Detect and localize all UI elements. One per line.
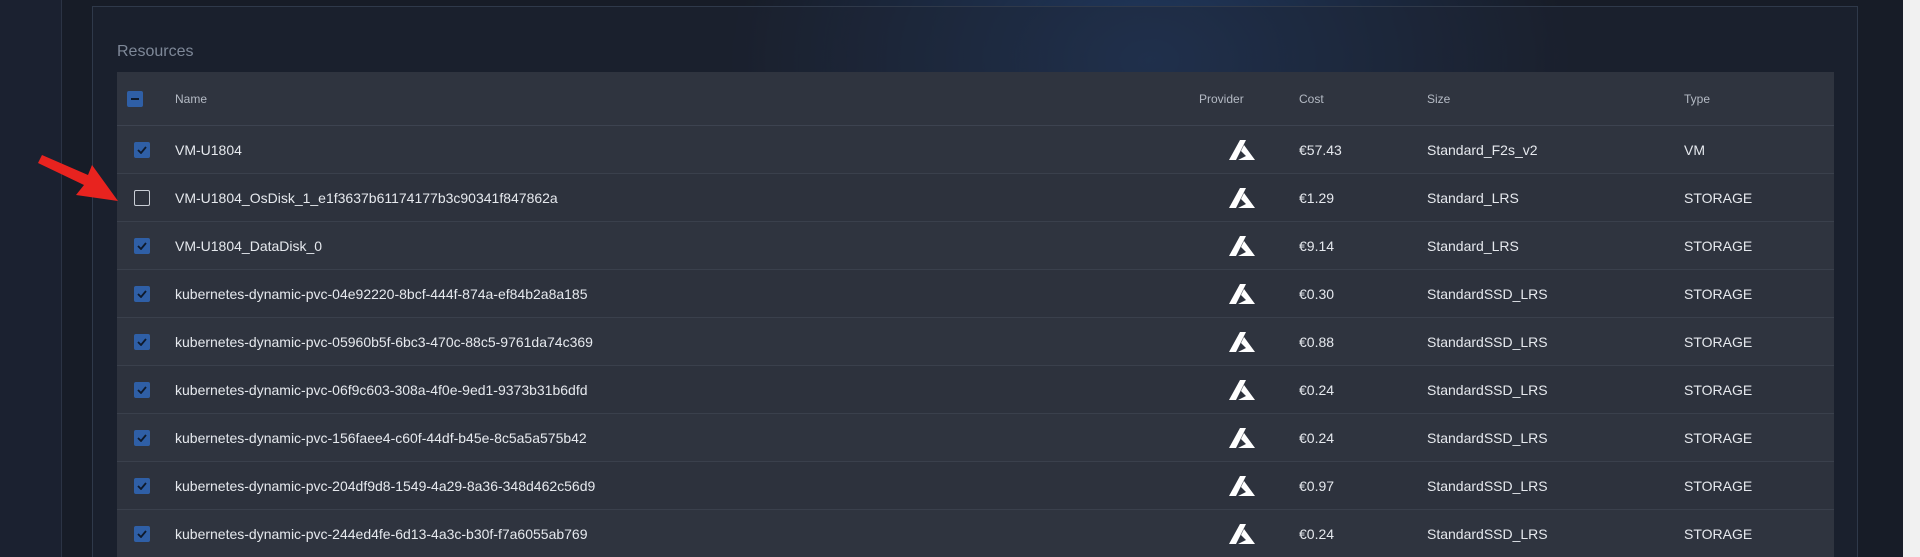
scrollbar-track[interactable] [1903, 0, 1920, 557]
resource-type: STORAGE [1684, 333, 1753, 350]
azure-icon [1227, 126, 1257, 173]
row-select-cell[interactable] [134, 366, 150, 413]
annotation-arrow [38, 155, 118, 201]
row-checkbox[interactable] [134, 237, 150, 254]
resource-cost: €0.24 [1299, 525, 1335, 542]
resource-type: STORAGE [1684, 477, 1753, 494]
resource-cost: €0.24 [1299, 381, 1335, 398]
azure-icon [1227, 174, 1257, 221]
resource-name: kubernetes-dynamic-pvc-06f9c603-308a-4f0… [175, 381, 588, 398]
row-select-cell[interactable] [134, 270, 150, 317]
column-header-size[interactable]: Size [1427, 72, 1450, 125]
resource-name: kubernetes-dynamic-pvc-05960b5f-6bc3-470… [175, 333, 593, 350]
resource-name: VM-U1804_OsDisk_1_e1f3637b61174177b3c903… [175, 189, 558, 206]
table-row[interactable]: VM-U1804 €57.43 Standard_F2s_v2 VM [117, 126, 1834, 174]
azure-icon [1227, 462, 1257, 509]
resource-type: STORAGE [1684, 429, 1753, 446]
row-checkbox[interactable] [134, 285, 150, 302]
azure-icon [1227, 270, 1257, 317]
sidebar-divider [61, 0, 62, 557]
table-row[interactable]: kubernetes-dynamic-pvc-04e92220-8bcf-444… [117, 270, 1834, 318]
resource-name: kubernetes-dynamic-pvc-156faee4-c60f-44d… [175, 429, 587, 446]
resource-cost: €0.24 [1299, 429, 1335, 446]
resource-cost: €57.43 [1299, 141, 1342, 158]
resource-type: VM [1684, 141, 1705, 158]
resource-size: Standard_F2s_v2 [1427, 141, 1538, 158]
resource-name: kubernetes-dynamic-pvc-04e92220-8bcf-444… [175, 285, 588, 302]
row-select-cell[interactable] [134, 510, 150, 557]
table-row[interactable]: kubernetes-dynamic-pvc-204df9d8-1549-4a2… [117, 462, 1834, 510]
azure-icon [1227, 318, 1257, 365]
row-checkbox[interactable] [134, 141, 150, 158]
column-header-type[interactable]: Type [1684, 72, 1710, 125]
row-checkbox[interactable] [134, 381, 150, 398]
column-header-name[interactable]: Name [175, 72, 207, 125]
resource-cost: €1.29 [1299, 189, 1335, 206]
resource-size: StandardSSD_LRS [1427, 525, 1548, 542]
column-header-cost[interactable]: Cost [1299, 72, 1324, 125]
table-row[interactable]: kubernetes-dynamic-pvc-06f9c603-308a-4f0… [117, 366, 1834, 414]
row-checkbox[interactable] [134, 189, 150, 206]
resource-type: STORAGE [1684, 237, 1753, 254]
resource-name: VM-U1804_DataDisk_0 [175, 237, 323, 254]
select-all-cell[interactable] [127, 72, 143, 125]
resource-size: StandardSSD_LRS [1427, 477, 1548, 494]
resource-size: StandardSSD_LRS [1427, 381, 1548, 398]
resource-size: StandardSSD_LRS [1427, 429, 1548, 446]
row-checkbox[interactable] [134, 333, 150, 350]
azure-icon [1227, 414, 1257, 461]
resource-size: Standard_LRS [1427, 237, 1519, 254]
table-row[interactable]: VM-U1804_OsDisk_1_e1f3637b61174177b3c903… [117, 174, 1834, 222]
select-all-checkbox[interactable] [127, 90, 143, 107]
table-header-row: Name Provider Cost Size Type [117, 72, 1834, 126]
row-checkbox[interactable] [134, 429, 150, 446]
resource-cost: €0.97 [1299, 477, 1335, 494]
table-row[interactable]: kubernetes-dynamic-pvc-244ed4fe-6d13-4a3… [117, 510, 1834, 557]
resource-cost: €0.30 [1299, 285, 1335, 302]
section-title: Resources [117, 43, 194, 60]
resource-name: VM-U1804 [175, 141, 242, 158]
resource-type: STORAGE [1684, 285, 1753, 302]
left-sidebar [0, 0, 62, 557]
row-checkbox[interactable] [134, 525, 150, 542]
resource-type: STORAGE [1684, 381, 1753, 398]
azure-icon [1227, 510, 1257, 557]
row-select-cell[interactable] [134, 414, 150, 461]
resource-type: STORAGE [1684, 189, 1753, 206]
row-select-cell[interactable] [134, 222, 150, 269]
column-header-provider[interactable]: Provider [1199, 72, 1244, 125]
row-select-cell[interactable] [134, 462, 150, 509]
resource-size: StandardSSD_LRS [1427, 333, 1548, 350]
row-select-cell[interactable] [134, 126, 150, 173]
resource-size: Standard_LRS [1427, 189, 1519, 206]
resource-name: kubernetes-dynamic-pvc-204df9d8-1549-4a2… [175, 477, 596, 494]
resources-table: Name Provider Cost Size Type VM-U1804 €5… [117, 72, 1834, 557]
table-row[interactable]: kubernetes-dynamic-pvc-05960b5f-6bc3-470… [117, 318, 1834, 366]
row-select-cell[interactable] [134, 318, 150, 365]
resource-cost: €0.88 [1299, 333, 1335, 350]
azure-icon [1227, 222, 1257, 269]
resource-size: StandardSSD_LRS [1427, 285, 1548, 302]
table-row[interactable]: kubernetes-dynamic-pvc-156faee4-c60f-44d… [117, 414, 1834, 462]
resource-cost: €9.14 [1299, 237, 1335, 254]
resource-type: STORAGE [1684, 525, 1753, 542]
table-row[interactable]: VM-U1804_DataDisk_0 €9.14 Standard_LRS S… [117, 222, 1834, 270]
azure-icon [1227, 366, 1257, 413]
row-select-cell[interactable] [134, 174, 150, 221]
resource-name: kubernetes-dynamic-pvc-244ed4fe-6d13-4a3… [175, 525, 588, 542]
row-checkbox[interactable] [134, 477, 150, 494]
